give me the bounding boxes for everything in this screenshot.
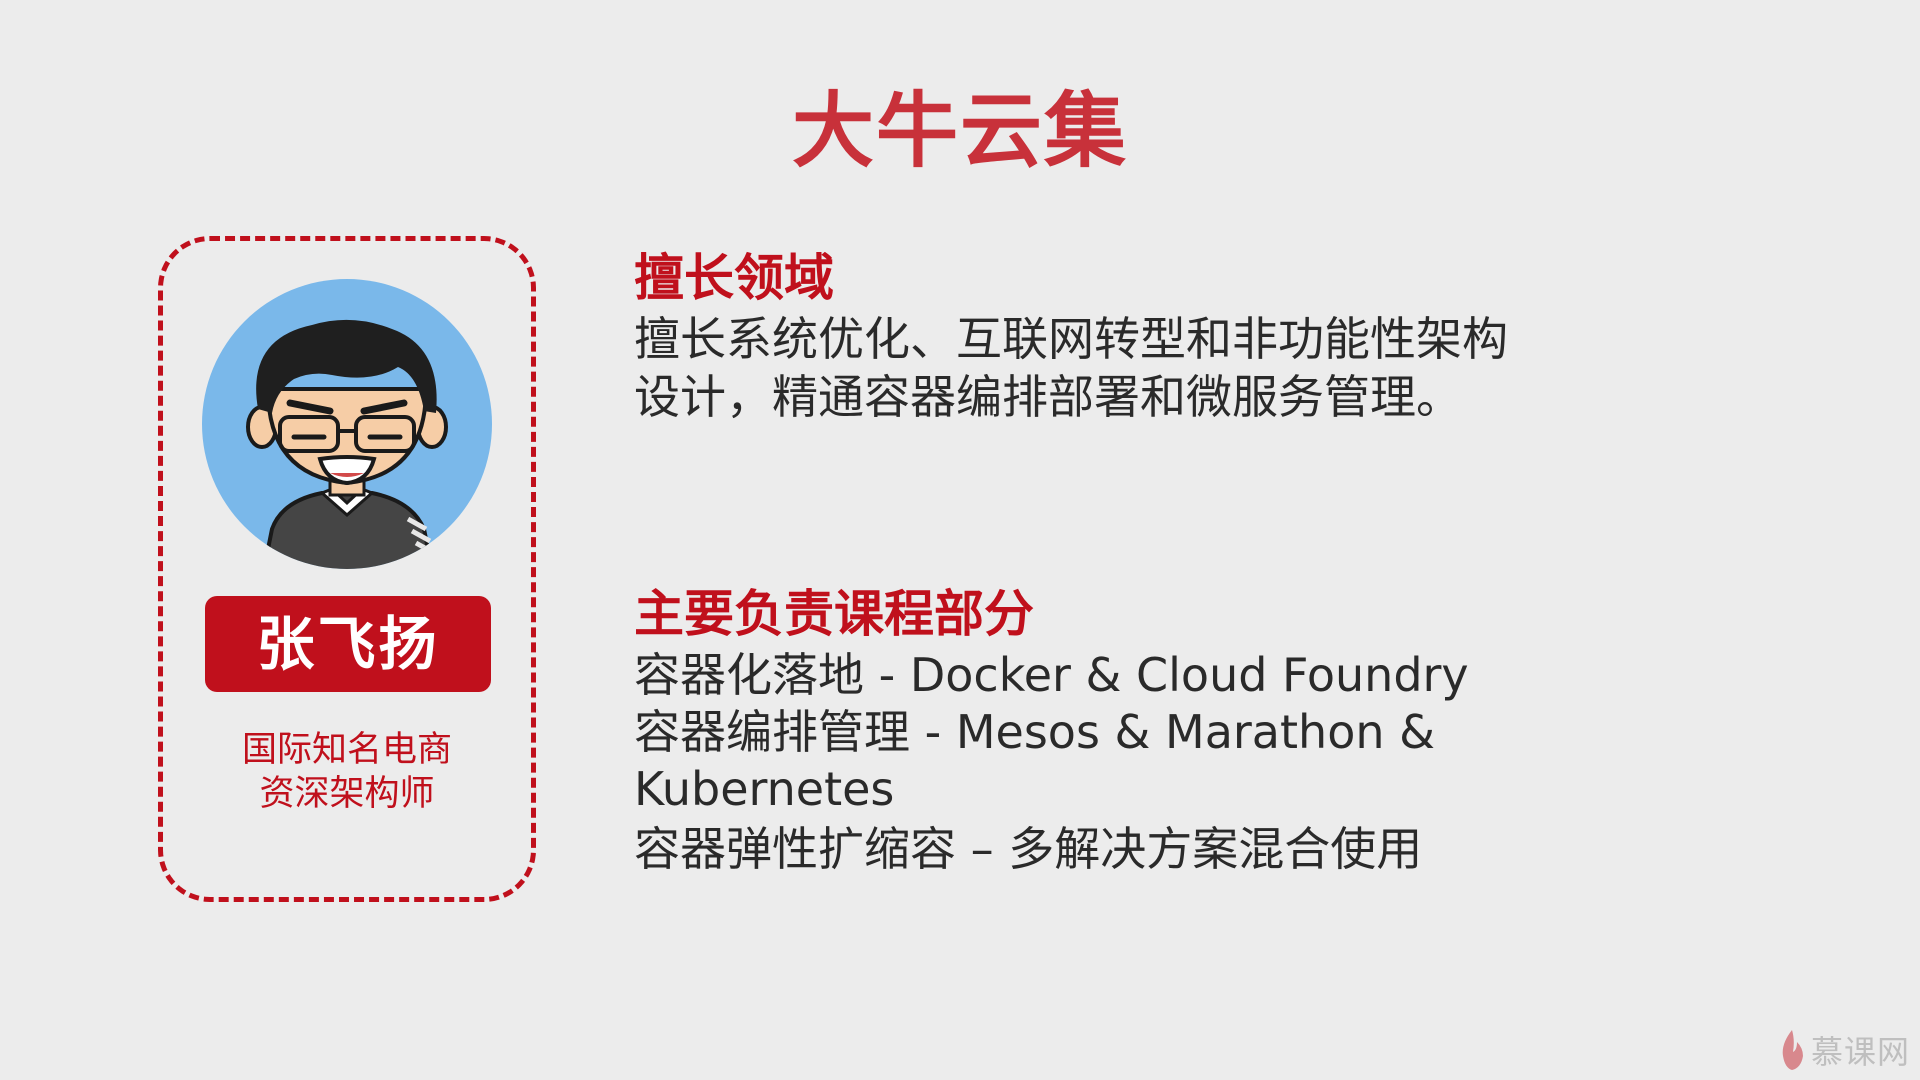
course-item: 容器编排管理 - Mesos & Marathon & bbox=[634, 705, 1435, 759]
profile-subtitle-line1: 国际知名电商 bbox=[241, 730, 452, 770]
watermark-text: 慕课网 bbox=[1810, 1033, 1910, 1071]
course-item: 容器弹性扩缩容 – 多解决方案混合使用 bbox=[634, 822, 1423, 876]
course-item: 容器化落地 - Docker & Cloud Foundry bbox=[634, 648, 1469, 702]
profile-name-badge: 张飞扬 bbox=[205, 596, 491, 692]
expertise-line: 设计，精通容器编排部署和微服务管理。 bbox=[634, 370, 1462, 424]
flame-logo-icon bbox=[1782, 1030, 1803, 1070]
profile-subtitle-line2: 资深架构师 bbox=[259, 774, 435, 814]
courses-heading: 主要负责课程部分 bbox=[634, 585, 1034, 643]
slide: 大牛云集 张飞扬 国际知名电商 资深架构师 擅长领域 擅长系统优化、互联网转型和… bbox=[0, 0, 1920, 1080]
watermark: 慕课网 bbox=[1777, 1024, 1910, 1076]
cartoon-avatar-icon bbox=[202, 279, 492, 569]
expertise-line: 擅长系统优化、互联网转型和非功能性架构 bbox=[634, 312, 1508, 366]
expertise-heading: 擅长领域 bbox=[634, 249, 834, 307]
course-item: Kubernetes bbox=[634, 762, 895, 816]
slide-title: 大牛云集 bbox=[791, 84, 1128, 179]
